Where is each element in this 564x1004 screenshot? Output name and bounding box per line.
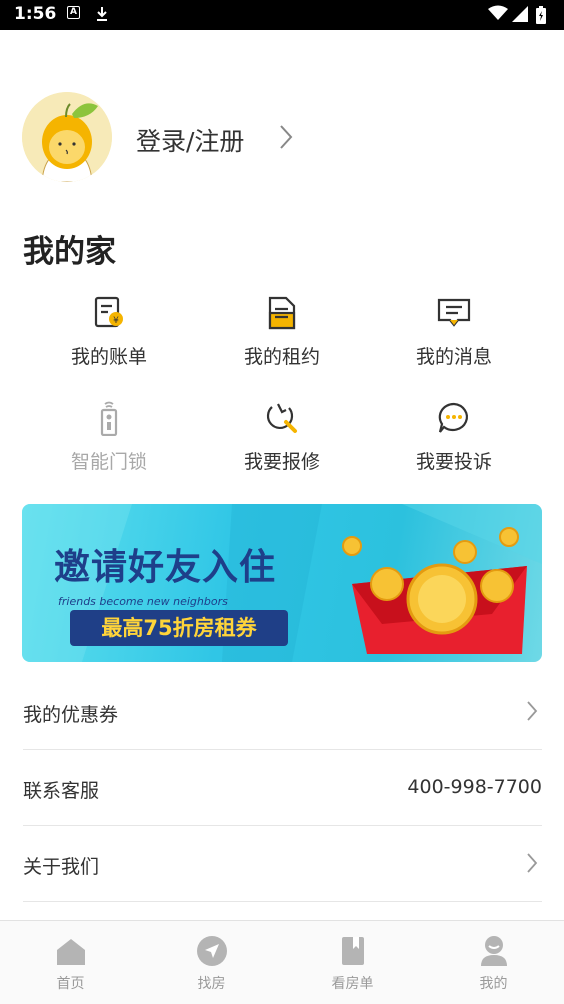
tab-find-house-label: 找房 bbox=[197, 976, 226, 992]
my-message-label: 我的消息 bbox=[415, 346, 492, 368]
battery-icon bbox=[536, 6, 546, 28]
contract-icon bbox=[264, 295, 300, 331]
tab-viewing-list-label: 看房单 bbox=[331, 976, 374, 992]
customer-service-row[interactable]: 联系客服 400-998-7700 bbox=[23, 750, 542, 826]
my-message-item[interactable]: 我的消息 bbox=[368, 295, 540, 385]
complaint-item[interactable]: 我要投诉 bbox=[368, 400, 540, 490]
wifi-icon bbox=[488, 5, 508, 25]
smart-lock-icon bbox=[91, 400, 127, 437]
svg-text:¥: ¥ bbox=[113, 316, 119, 326]
smart-lock-label: 智能门锁 bbox=[70, 451, 147, 473]
repair-icon bbox=[264, 400, 300, 436]
tab-home-label: 首页 bbox=[56, 976, 85, 992]
avatar[interactable] bbox=[22, 92, 112, 182]
my-contract-label: 我的租约 bbox=[243, 346, 320, 368]
tab-mine[interactable]: 我的 bbox=[423, 921, 564, 1004]
home-icon bbox=[55, 935, 87, 967]
bill-icon: ¥ bbox=[91, 295, 127, 331]
complaint-label: 我要投诉 bbox=[415, 451, 492, 473]
section-title-my-home: 我的家 bbox=[23, 234, 116, 270]
banner-subtitle: friends become new neighbors bbox=[58, 595, 228, 608]
status-time: 1:56 bbox=[14, 4, 57, 24]
tab-mine-label: 我的 bbox=[479, 976, 508, 992]
signal-icon bbox=[512, 6, 528, 26]
promo-banner[interactable]: 邀请好友入住 friends become new neighbors 最高75… bbox=[22, 504, 542, 662]
my-coupons-row[interactable]: 我的优惠券 bbox=[23, 674, 542, 750]
my-bill-label: 我的账单 bbox=[70, 346, 147, 368]
tab-find-house[interactable]: 找房 bbox=[141, 921, 282, 1004]
banner-pagination bbox=[52, 652, 116, 662]
my-contract-item[interactable]: 我的租约 bbox=[196, 295, 368, 385]
complaint-icon bbox=[436, 400, 472, 436]
customer-service-label: 联系客服 bbox=[23, 780, 100, 802]
user-icon bbox=[478, 935, 510, 967]
customer-service-phone[interactable]: 400-998-7700 bbox=[407, 776, 542, 798]
smart-lock-item[interactable]: 智能门锁 bbox=[23, 400, 195, 490]
chevron-right-icon bbox=[526, 852, 538, 878]
bookmark-icon bbox=[337, 935, 369, 967]
banner-title: 邀请好友入住 bbox=[54, 547, 277, 588]
status-bar: 1:56 A bbox=[0, 0, 564, 30]
bottom-tab-bar: 首页 找房 看房单 我的 bbox=[0, 920, 564, 1004]
repair-item[interactable]: 我要报修 bbox=[196, 400, 368, 490]
about-us-row[interactable]: 关于我们 bbox=[23, 826, 542, 902]
chevron-right-icon bbox=[526, 700, 538, 726]
tab-viewing-list[interactable]: 看房单 bbox=[282, 921, 423, 1004]
navigation-icon bbox=[196, 935, 228, 967]
a-notification-icon: A bbox=[67, 6, 80, 19]
chevron-right-icon[interactable] bbox=[279, 124, 293, 154]
message-icon bbox=[436, 295, 472, 331]
banner-tag: 最高75折房租券 bbox=[70, 610, 288, 646]
my-coupons-label: 我的优惠券 bbox=[23, 704, 119, 726]
repair-label: 我要报修 bbox=[243, 451, 320, 473]
about-us-label: 关于我们 bbox=[23, 856, 100, 878]
tab-home[interactable]: 首页 bbox=[0, 921, 141, 1004]
login-register-link[interactable]: 登录/注册 bbox=[136, 122, 244, 158]
my-bill-item[interactable]: ¥ 我的账单 bbox=[23, 295, 195, 385]
download-icon bbox=[95, 6, 109, 26]
orange-mascot-icon bbox=[22, 92, 112, 182]
